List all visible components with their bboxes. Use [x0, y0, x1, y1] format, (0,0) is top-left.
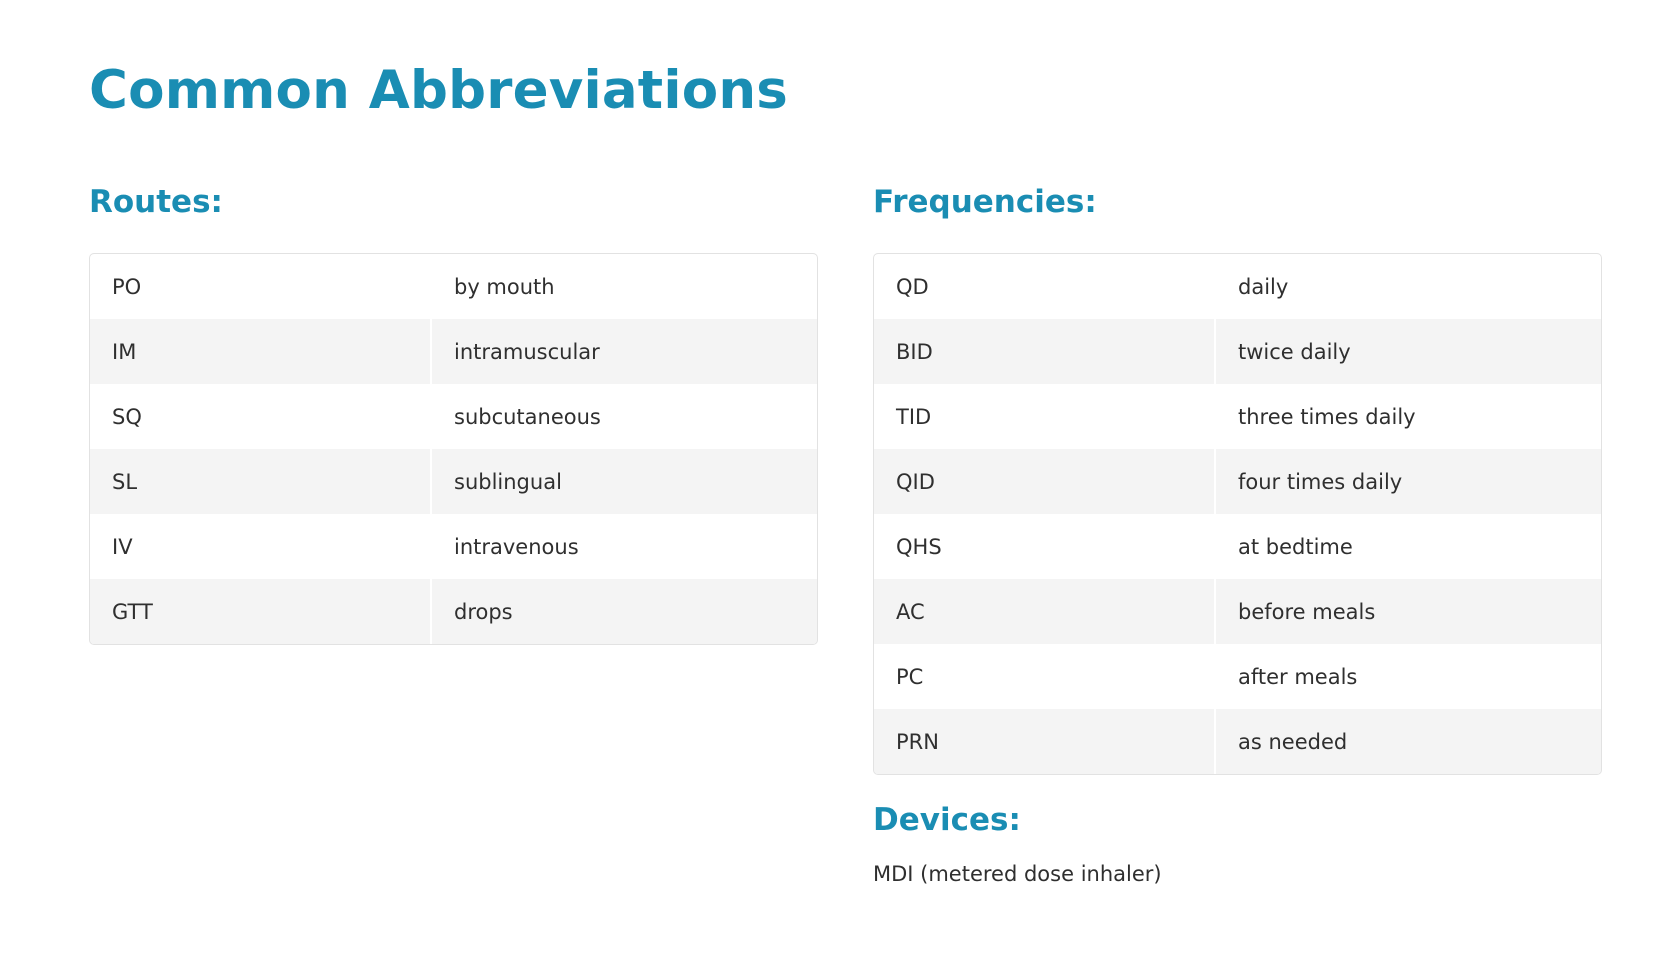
- table-row: SQ subcutaneous: [90, 384, 817, 449]
- table-row: TID three times daily: [874, 384, 1601, 449]
- abbreviation-cell: PO: [112, 274, 142, 299]
- page-title: Common Abbreviations: [89, 60, 789, 121]
- meaning-cell: at bedtime: [1214, 514, 1601, 579]
- table-row: PRN as needed: [874, 709, 1601, 774]
- page: Common Abbreviations Routes: PO by mouth…: [0, 0, 1680, 973]
- table-row: PC after meals: [874, 644, 1601, 709]
- table-row: IV intravenous: [90, 514, 817, 579]
- frequencies-heading: Frequencies:: [873, 184, 1097, 220]
- meaning-cell: three times daily: [1214, 384, 1601, 449]
- meaning-cell: by mouth: [430, 254, 817, 319]
- table-row: QD daily: [874, 254, 1601, 319]
- abbreviation-cell: QID: [874, 449, 1214, 514]
- abbreviation-cell: AC: [874, 579, 1214, 644]
- abbreviation-cell: TID: [896, 404, 932, 429]
- abbreviation-cell: QHS: [896, 534, 942, 559]
- meaning-cell: drops: [430, 579, 817, 644]
- meaning-cell: subcutaneous: [430, 384, 817, 449]
- meaning-cell: as needed: [1214, 709, 1601, 774]
- abbreviation-cell: PC: [896, 664, 924, 689]
- meaning-cell: after meals: [1214, 644, 1601, 709]
- abbreviation-cell: PRN: [874, 709, 1214, 774]
- table-row: QHS at bedtime: [874, 514, 1601, 579]
- abbreviation-cell: GTT: [90, 579, 430, 644]
- abbreviation-cell: IV: [112, 534, 133, 559]
- abbreviation-cell: QD: [896, 274, 929, 299]
- abbreviation-cell: IM: [90, 319, 430, 384]
- frequencies-section: Frequencies: QD daily BID twice daily TI…: [873, 184, 1602, 886]
- meaning-cell: sublingual: [430, 449, 817, 514]
- meaning-cell: four times daily: [1214, 449, 1601, 514]
- frequencies-table: QD daily BID twice daily TID three times…: [873, 253, 1602, 775]
- table-row: SL sublingual: [90, 449, 817, 514]
- meaning-cell: daily: [1214, 254, 1601, 319]
- devices-text: MDI (metered dose inhaler): [873, 862, 1162, 886]
- abbreviation-cell: BID: [874, 319, 1214, 384]
- routes-table: PO by mouth IM intramuscular SQ subcutan…: [89, 253, 818, 645]
- table-row: IM intramuscular: [90, 319, 817, 384]
- table-row: BID twice daily: [874, 319, 1601, 384]
- table-row: QID four times daily: [874, 449, 1601, 514]
- table-row: GTT drops: [90, 579, 817, 644]
- table-row: AC before meals: [874, 579, 1601, 644]
- routes-heading: Routes:: [89, 184, 223, 220]
- meaning-cell: before meals: [1214, 579, 1601, 644]
- meaning-cell: intramuscular: [430, 319, 817, 384]
- devices-heading: Devices:: [873, 802, 1021, 838]
- table-row: PO by mouth: [90, 254, 817, 319]
- meaning-cell: intravenous: [430, 514, 817, 579]
- abbreviation-cell: SL: [90, 449, 430, 514]
- meaning-cell: twice daily: [1214, 319, 1601, 384]
- routes-section: Routes: PO by mouth IM intramuscular SQ …: [89, 184, 818, 645]
- abbreviation-cell: SQ: [112, 404, 142, 429]
